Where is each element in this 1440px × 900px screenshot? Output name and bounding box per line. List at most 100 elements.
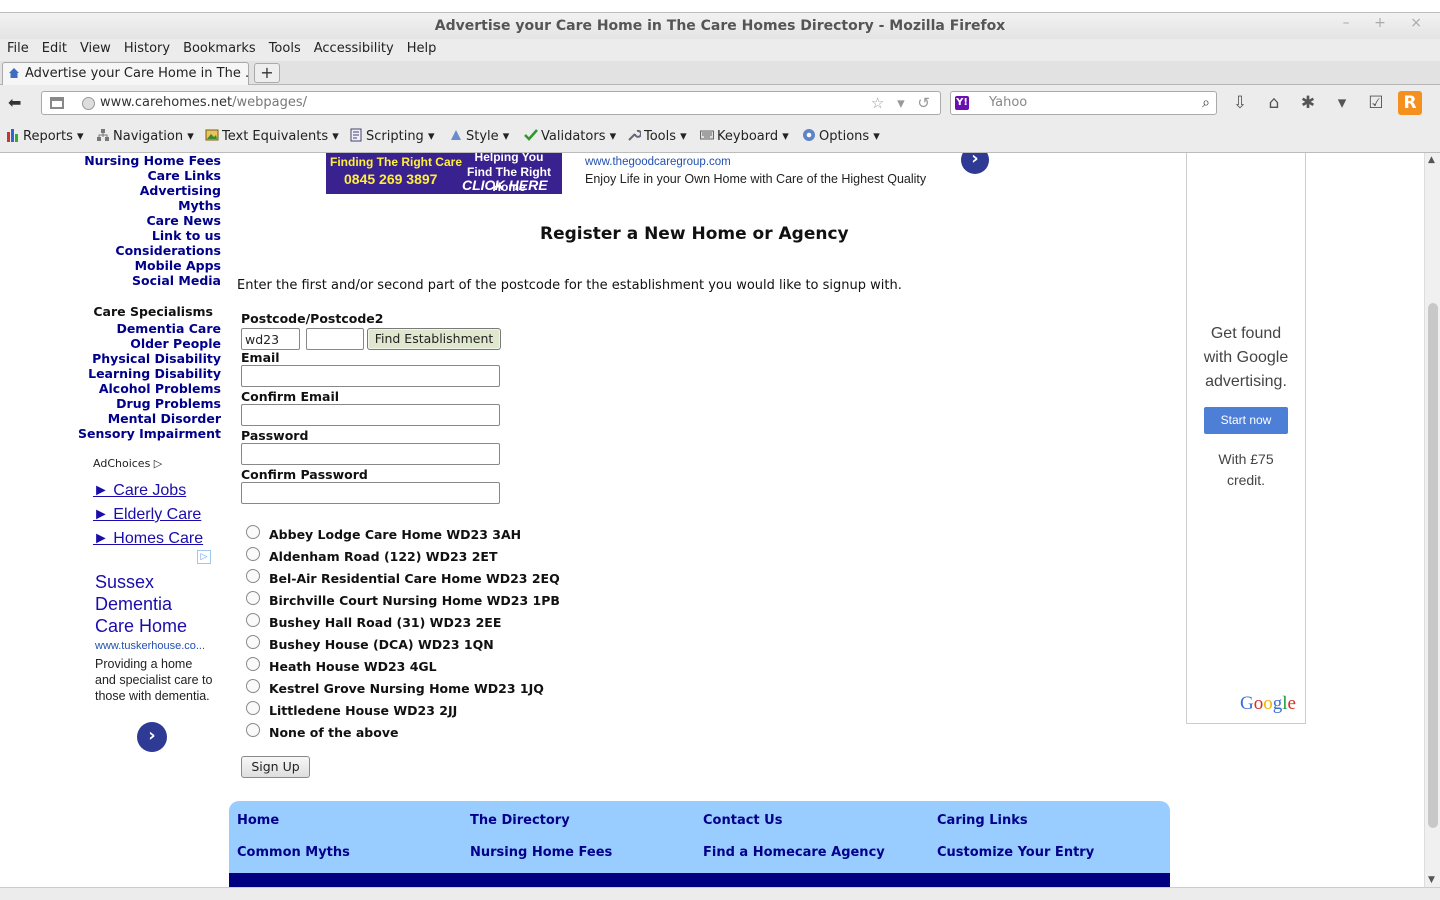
specialism-link-dementia-care[interactable]: Dementia Care (78, 321, 221, 336)
footer-link-customize-entry[interactable]: Customize Your Entry (937, 845, 1094, 860)
new-tab-button[interactable]: + (254, 63, 280, 83)
tab-groups-icon[interactable] (50, 97, 64, 109)
ad-link-elderly-care[interactable]: ► Elderly Care (93, 503, 203, 527)
scroll-up-icon[interactable]: ▲ (1428, 155, 1435, 165)
password-field[interactable] (241, 443, 500, 465)
menu-help[interactable]: Help (400, 39, 443, 59)
radio-button[interactable] (246, 635, 260, 649)
specialism-link-mental-disorder[interactable]: Mental Disorder (78, 411, 221, 426)
toolbar-options[interactable]: Options ▾ (802, 121, 880, 153)
url-bar[interactable]: www.carehomes.net/webpages/ ☆ ▾ ↺ (41, 91, 941, 115)
nav-link-mobile-apps[interactable]: Mobile Apps (84, 258, 221, 273)
sign-up-button[interactable]: Sign Up (241, 756, 310, 778)
radio-button[interactable] (246, 591, 260, 605)
footer-link-find-homecare-agency[interactable]: Find a Homecare Agency (703, 845, 885, 860)
confirm-password-field[interactable] (241, 482, 500, 504)
menu-history[interactable]: History (117, 39, 176, 59)
toolbar-text-equivalents[interactable]: Text Equivalents ▾ (205, 121, 339, 153)
radio-button[interactable] (246, 679, 260, 693)
footer-link-the-directory[interactable]: The Directory (470, 813, 570, 828)
specialism-link-alcohol-problems[interactable]: Alcohol Problems (78, 381, 221, 396)
nav-link-care-links[interactable]: Care Links (84, 168, 221, 183)
nav-link-nursing-home-fees[interactable]: Nursing Home Fees (84, 153, 221, 168)
start-now-button[interactable]: Start now (1204, 407, 1288, 434)
toolbar-tools[interactable]: Tools ▾ (627, 121, 687, 153)
nav-link-link-to-us[interactable]: Link to us (84, 228, 221, 243)
vertical-scrollbar[interactable]: ▲ ▼ (1424, 153, 1440, 887)
toolbar-style[interactable]: Style ▾ (449, 121, 509, 153)
toolbar-validators[interactable]: Validators ▾ (524, 121, 616, 153)
goodcare-ad-description: Enjoy Life in your Own Home with Care of… (585, 172, 927, 186)
radio-button[interactable] (246, 723, 260, 737)
find-establishment-button[interactable]: Find Establishment (367, 328, 501, 350)
download-icon[interactable]: ⇩ (1228, 91, 1252, 115)
footer-link-home[interactable]: Home (237, 813, 279, 828)
goodcare-ad-url[interactable]: www.thegoodcaregroup.com (585, 156, 731, 168)
menu-bookmarks[interactable]: Bookmarks (176, 39, 262, 59)
tab-active[interactable]: Advertise your Care Home in The ... (2, 62, 249, 85)
url-text[interactable]: www.carehomes.net/webpages/ (100, 92, 307, 114)
home-icon[interactable]: ⌂ (1262, 91, 1286, 115)
site-identity-icon[interactable] (82, 97, 95, 110)
menu-view[interactable]: View (73, 39, 117, 59)
footer-link-nursing-home-fees[interactable]: Nursing Home Fees (470, 845, 612, 860)
toolbar-reports[interactable]: Reports ▾ (6, 121, 84, 153)
radio-button[interactable] (246, 701, 260, 715)
specialism-link-physical-disability[interactable]: Physical Disability (78, 351, 221, 366)
menu-tools[interactable]: Tools (262, 39, 307, 59)
window-titlebar: Advertise your Care Home in The Care Hom… (0, 12, 1440, 39)
adchoices-label[interactable]: AdChoices ▷ (93, 457, 162, 470)
toolbar-navigation[interactable]: Navigation ▾ (96, 121, 194, 153)
specialism-link-drug-problems[interactable]: Drug Problems (78, 396, 221, 411)
menu-edit[interactable]: Edit (35, 39, 73, 59)
radio-button[interactable] (246, 525, 260, 539)
postcode2-input[interactable] (306, 328, 364, 350)
goodcare-ad-arrow-icon[interactable]: › (961, 153, 989, 174)
scroll-down-icon[interactable]: ▼ (1428, 875, 1435, 885)
footer-link-caring-links[interactable]: Caring Links (937, 813, 1028, 828)
nav-link-social-media[interactable]: Social Media (84, 273, 221, 288)
radio-button[interactable] (246, 657, 260, 671)
back-button[interactable]: ⬅ (8, 93, 28, 113)
nav-link-considerations[interactable]: Considerations (84, 243, 221, 258)
addon-icon[interactable]: ✱ (1296, 91, 1320, 115)
ad-info-badge-icon[interactable]: ▷ (197, 550, 211, 564)
footer-link-common-myths[interactable]: Common Myths (237, 845, 350, 860)
search-input[interactable]: Yahoo (989, 92, 1027, 114)
footer-bar (229, 873, 1170, 887)
toolbar-keyboard[interactable]: Keyboard ▾ (700, 121, 789, 153)
confirm-email-field[interactable] (241, 404, 500, 426)
footer-link-contact-us[interactable]: Contact Us (703, 813, 782, 828)
radio-button[interactable] (246, 613, 260, 627)
specialism-link-older-people[interactable]: Older People (78, 336, 221, 351)
postcode1-input[interactable] (241, 328, 300, 350)
radio-button[interactable] (246, 569, 260, 583)
url-bar-icons[interactable]: ☆ ▾ ↺ (871, 92, 934, 114)
nav-link-myths[interactable]: Myths (84, 198, 221, 213)
validator-icon[interactable]: ☑ (1364, 91, 1388, 115)
sussex-dementia-ad[interactable]: Sussex Dementia Care Home www.tuskerhous… (95, 571, 215, 704)
sussex-ad-arrow-icon[interactable]: › (137, 722, 167, 752)
google-ads-panel[interactable]: Get found with Google advertising. Start… (1186, 153, 1306, 724)
window-controls[interactable]: – + × (1343, 15, 1432, 31)
specialism-link-sensory-impairment[interactable]: Sensory Impairment (78, 426, 221, 441)
nav-link-care-news[interactable]: Care News (84, 213, 221, 228)
yahoo-engine-icon[interactable]: Y! (955, 96, 969, 110)
rss-icon[interactable]: R (1398, 91, 1422, 115)
care-banner-ad[interactable]: Finding The Right Care 0845 269 3897 Hel… (326, 153, 562, 194)
specialism-link-learning-disability[interactable]: Learning Disability (78, 366, 221, 381)
radio-button[interactable] (246, 547, 260, 561)
scrollbar-thumb[interactable] (1428, 303, 1438, 828)
ad-link-homes-care[interactable]: ► Homes Care (93, 527, 203, 551)
email-field[interactable] (241, 365, 500, 387)
dropdown-icon[interactable]: ▾ (1330, 91, 1354, 115)
nav-link-advertising[interactable]: Advertising (84, 183, 221, 198)
sussex-ad-title[interactable]: Sussex Dementia Care Home (95, 571, 215, 637)
search-icon[interactable]: ⌕ (1202, 95, 1210, 111)
search-bar[interactable]: Y! Yahoo ⌕ (950, 91, 1217, 115)
toolbar-scripting[interactable]: Scripting ▾ (349, 121, 434, 153)
menu-accessibility[interactable]: Accessibility (307, 39, 400, 59)
sussex-ad-url[interactable]: www.tuskerhouse.co... (95, 640, 215, 652)
menu-file[interactable]: File (0, 39, 35, 59)
ad-link-care-jobs[interactable]: ► Care Jobs (93, 479, 203, 503)
